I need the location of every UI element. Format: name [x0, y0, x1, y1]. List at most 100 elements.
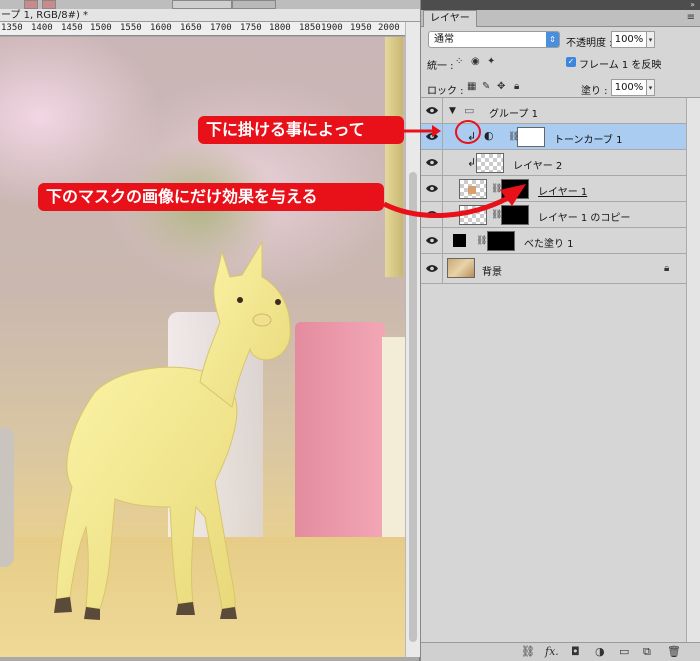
lock-pixels-icon[interactable]: ✎ [482, 81, 490, 93]
layer-row-background[interactable]: 背景 🔒︎ [421, 254, 686, 284]
layer-row-layer-1[interactable]: ⛓︎ レイヤー 1 [421, 176, 686, 202]
ruler-label: 1900 [321, 23, 343, 33]
layer-list: ▼ ▭ グループ 1 ↲ ◐ ⛓︎ トーンカーブ 1 ↲ レイヤー 2 ⛓︎ レ… [421, 97, 700, 643]
layer-row-layer-2[interactable]: ↲ レイヤー 2 [421, 150, 686, 176]
trash-icon[interactable]: 🗑︎ [667, 646, 681, 658]
layer-row-solid-fill[interactable]: ⛓︎ べた塗り 1 [421, 228, 686, 254]
ruler-label: 1400 [31, 23, 53, 33]
blend-mode-value: 通常 [434, 34, 454, 45]
visibility-toggle[interactable] [421, 150, 443, 176]
annotation-callout: 下のマスクの画像にだけ効果を与える [38, 183, 384, 211]
new-layer-icon[interactable]: ⧉ [643, 646, 651, 658]
document-title: ープ 1, RGB/8#) * [0, 9, 420, 22]
lock-transparency-icon[interactable]: ▦ [467, 81, 476, 93]
lock-label: ロック : [427, 86, 464, 97]
ruler-label: 1650 [180, 23, 202, 33]
frame-checkbox[interactable]: ✓ [566, 57, 576, 67]
visibility-toggle[interactable] [421, 124, 443, 150]
clipping-arrow-icon: ↲ [467, 130, 477, 143]
visibility-toggle[interactable] [421, 254, 443, 284]
layer-thumbnail[interactable] [447, 258, 475, 278]
ruler-label: 1550 [120, 23, 142, 33]
ruler-label: 1700 [210, 23, 232, 33]
unify-position-icon[interactable]: ⁘ [455, 56, 463, 68]
tab-thumbnail[interactable] [24, 0, 38, 9]
panel-menu-icon[interactable]: ≡ [687, 12, 695, 24]
eye-icon[interactable] [426, 132, 438, 141]
clipping-arrow-icon: ↲ [467, 156, 477, 169]
adjustment-icon[interactable]: ◑ [595, 646, 605, 658]
layer-thumbnail[interactable] [459, 205, 487, 225]
fx-icon[interactable]: fx. [545, 646, 559, 658]
opacity-dropdown-icon[interactable]: ▾ [647, 31, 655, 48]
scrollbar-thumb[interactable] [409, 172, 417, 642]
layer-row-group[interactable]: ▼ ▭ グループ 1 [421, 98, 686, 124]
layer-row-tone-curve[interactable]: ↲ ◐ ⛓︎ トーンカーブ 1 [421, 124, 686, 150]
visibility-toggle[interactable] [421, 176, 443, 202]
layer-thumbnail[interactable] [476, 153, 504, 173]
thumbnail-content [468, 186, 476, 194]
eye-icon[interactable] [426, 210, 438, 219]
tab-layers[interactable]: レイヤー [423, 10, 477, 27]
layer-name: グループ 1 [489, 109, 538, 120]
mask-icon[interactable]: ◘ [571, 646, 580, 658]
folder-icon[interactable]: ▭ [619, 646, 629, 658]
eye-icon[interactable] [426, 264, 438, 273]
screen: ープ 1, RGB/8#) * 1350 1400 1450 1500 1550… [0, 0, 700, 661]
tab-thumbnail[interactable] [232, 0, 276, 9]
document-window: ープ 1, RGB/8#) * 1350 1400 1450 1500 1550… [0, 0, 420, 661]
layer-mask-thumbnail[interactable] [517, 127, 545, 147]
fill-label: 塗り : [581, 86, 608, 97]
layer-list-scrollbar[interactable] [686, 98, 700, 643]
tab-thumbnail[interactable] [42, 0, 56, 9]
ruler-label: 1350 [1, 23, 23, 33]
annotation-callout: 下に掛ける事によって [198, 116, 404, 144]
blend-mode-select[interactable]: 通常 ⇕ [428, 31, 560, 48]
lock-position-icon[interactable]: ✥ [497, 81, 505, 93]
layer-name: レイヤー 2 [513, 161, 563, 172]
layer-name: べた塗り 1 [524, 239, 574, 250]
layer-thumbnail[interactable] [459, 179, 487, 199]
visibility-toggle[interactable] [421, 228, 443, 254]
lock-icon: 🔒︎ [664, 263, 670, 274]
lock-all-icon[interactable]: 🔒︎ [514, 81, 519, 93]
eye-icon[interactable] [426, 158, 438, 167]
panel-titlebar[interactable]: » [421, 0, 700, 10]
layer-row-layer-1-copy[interactable]: ⛓︎ レイヤー 1 のコピー [421, 202, 686, 228]
layer-mask-thumbnail[interactable] [501, 205, 529, 225]
expand-triangle-icon[interactable]: ▼ [449, 106, 456, 116]
unify-style-icon[interactable]: ✦ [487, 56, 495, 68]
collapse-icon[interactable]: » [690, 1, 695, 9]
chevron-down-icon[interactable]: ⇕ [546, 32, 559, 47]
fill-color-swatch[interactable] [453, 234, 466, 247]
lock-row: ロック : ▦ ✎ ✥ 🔒︎ 塗り : 100% ▾ [421, 76, 700, 98]
horizontal-ruler[interactable]: 1350 1400 1450 1500 1550 1600 1650 1700 … [0, 22, 405, 36]
layer-mask-thumbnail[interactable] [487, 231, 515, 251]
tab-thumbnail[interactable] [172, 0, 232, 9]
layer-name: レイヤー 1 [538, 187, 588, 198]
layer-mask-thumbnail[interactable] [501, 179, 529, 199]
link-icon[interactable]: ⛓︎ [476, 236, 487, 246]
layer-name: 背景 [482, 267, 502, 278]
fill-dropdown-icon[interactable]: ▾ [647, 79, 655, 96]
adjustment-curve-icon[interactable]: ◐ [484, 129, 494, 142]
ruler-label: 1800 [269, 23, 291, 33]
visibility-toggle[interactable] [421, 202, 443, 228]
fill-input[interactable]: 100% [611, 79, 647, 96]
unify-row: 統一 : ⁘ ◉ ✦ ✓ フレーム 1 を反映 [421, 52, 700, 72]
eye-icon[interactable] [426, 106, 438, 115]
link-icon[interactable]: ⛓︎ [521, 646, 535, 658]
panel-bottom-toolbar: ⛓︎ fx. ◘ ◑ ▭ ⧉ 🗑︎ [421, 642, 700, 661]
opacity-input[interactable]: 100% [611, 31, 647, 48]
document-vertical-scrollbar[interactable] [405, 22, 420, 657]
ruler-label: 1850 [299, 23, 321, 33]
ruler-label: 2000 [378, 23, 400, 33]
eye-icon[interactable] [426, 184, 438, 193]
visibility-toggle[interactable] [421, 98, 443, 124]
ruler-label: 1450 [61, 23, 83, 33]
eye-icon[interactable] [426, 236, 438, 245]
layer-name: トーンカーブ 1 [554, 135, 623, 146]
unify-visibility-icon[interactable]: ◉ [471, 56, 480, 68]
ruler-label: 1500 [90, 23, 112, 33]
document-tab-strip[interactable] [0, 0, 420, 9]
